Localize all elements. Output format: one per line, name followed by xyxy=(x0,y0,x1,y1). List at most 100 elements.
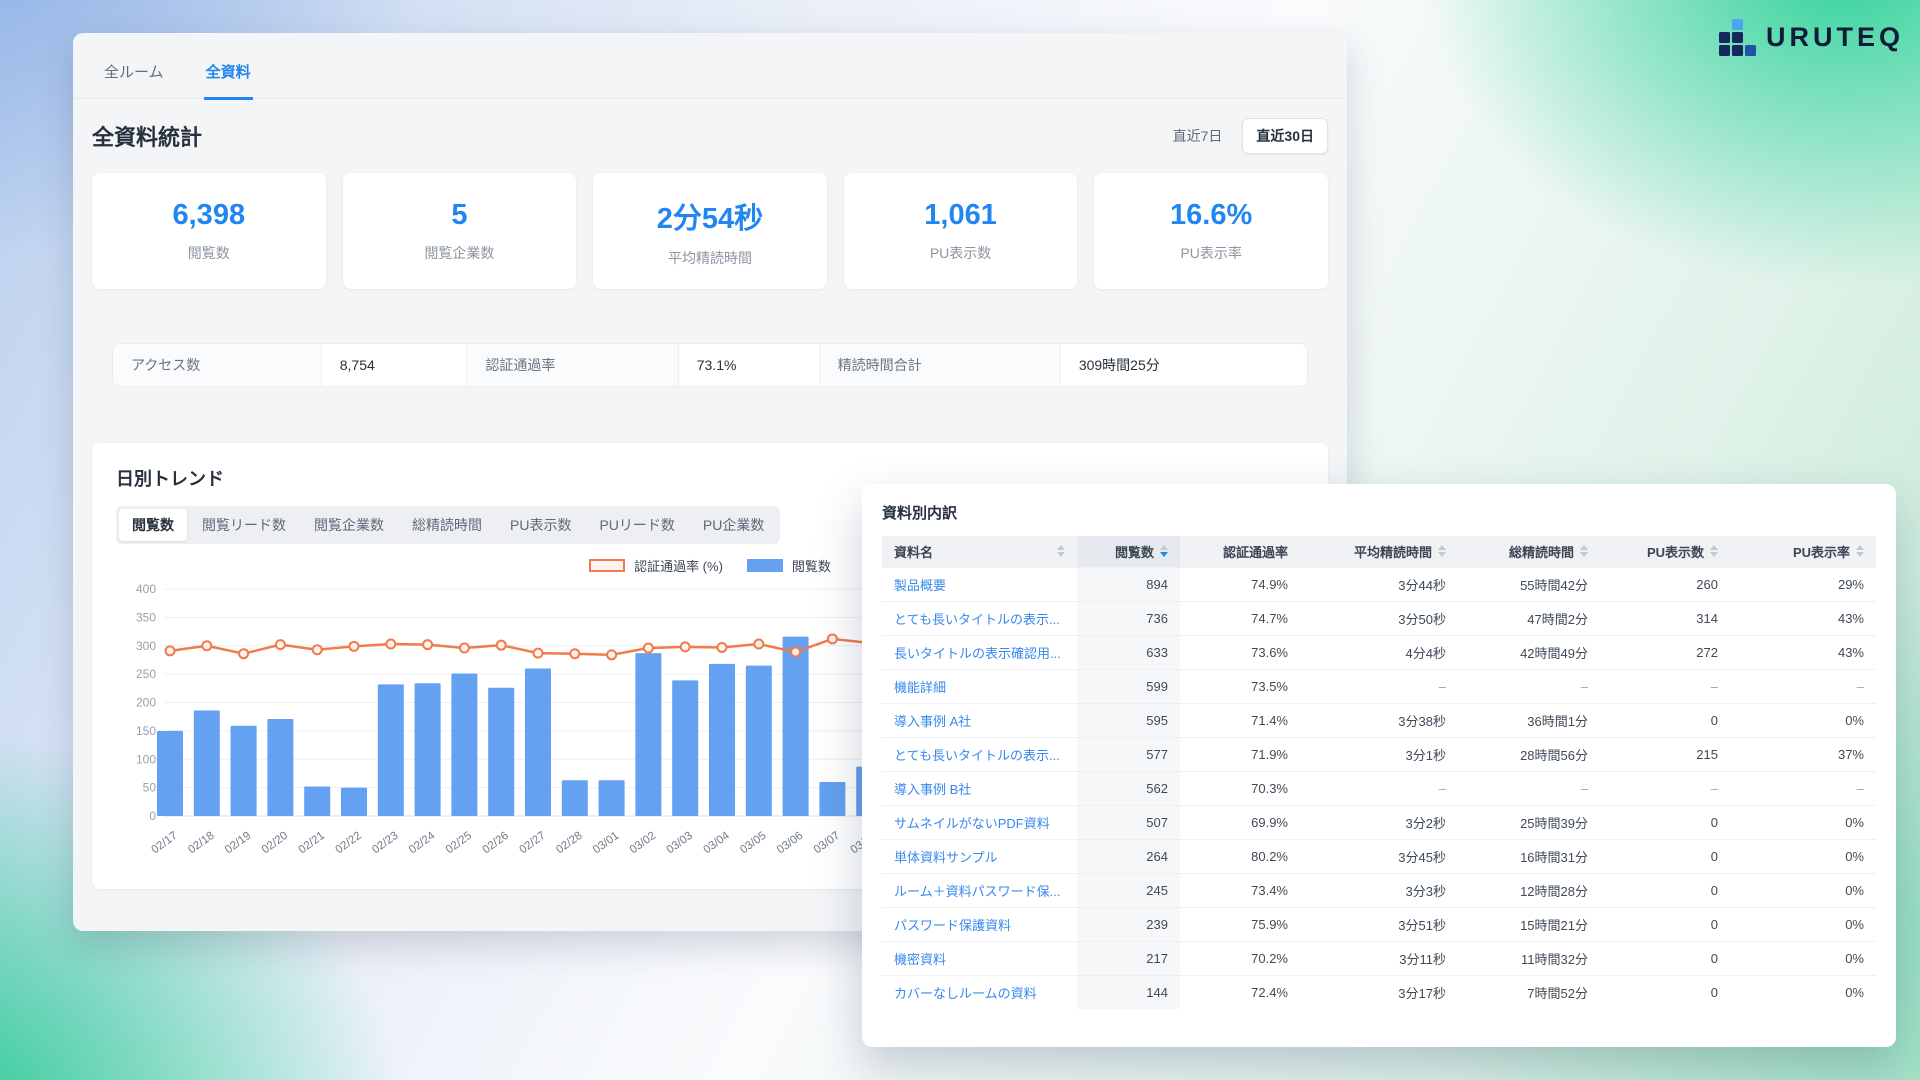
cell-total-read-time: 25時間39分 xyxy=(1458,805,1600,839)
document-link[interactable]: 単体資料サンプル xyxy=(894,847,1065,866)
cell-total-read-time: 15時間21分 xyxy=(1458,907,1600,941)
cell-total-read-time: 7時間52分 xyxy=(1458,975,1600,1009)
summary-value: 309時間25分 xyxy=(1060,344,1307,386)
bar-02/18 xyxy=(194,710,220,816)
document-link[interactable]: 長いタイトルの表示確認用... xyxy=(894,643,1065,662)
document-link[interactable]: 製品概要 xyxy=(894,575,1065,594)
sort-up-arrow xyxy=(1580,545,1588,550)
y-axis-tick: 100 xyxy=(136,752,156,766)
metric-tab[interactable]: 閲覧リード数 xyxy=(189,509,299,541)
metric-tab[interactable]: 閲覧企業数 xyxy=(301,509,397,541)
metric-tab[interactable]: PU企業数 xyxy=(690,509,777,541)
document-link[interactable]: ルーム＋資料パスワード保... xyxy=(894,881,1065,900)
cell-avg-read-time: – xyxy=(1300,771,1458,805)
x-axis-label: 02/17 xyxy=(149,830,179,857)
document-link[interactable]: とても長いタイトルの表示... xyxy=(894,609,1065,628)
range-button-7days[interactable]: 直近7日 xyxy=(1159,118,1237,154)
document-link[interactable]: サムネイルがないPDF資料 xyxy=(894,813,1065,832)
column-header-1[interactable]: 資料名 xyxy=(882,536,1077,567)
cell-document-name: 製品概要 xyxy=(882,567,1077,601)
x-axis-label: 02/26 xyxy=(481,830,511,857)
tab-all-documents[interactable]: 全資料 xyxy=(204,61,253,100)
cell-pu-rate: 0% xyxy=(1730,805,1876,839)
cell-views: 239 xyxy=(1077,907,1180,941)
cell-total-read-time: 16時間31分 xyxy=(1458,839,1600,873)
logo-square-navy xyxy=(1719,32,1730,43)
document-link[interactable]: 導入事例 A社 xyxy=(894,711,1065,730)
title-row: 全資料統計 直近7日直近30日 xyxy=(92,111,1328,161)
metric-tabs: 閲覧数閲覧リード数閲覧企業数総精読時間PU表示数PUリード数PU企業数 xyxy=(116,506,780,544)
cell-pu-views: 0 xyxy=(1600,703,1730,737)
metric-tab[interactable]: 総精読時間 xyxy=(399,509,495,541)
document-link[interactable]: カバーなしルームの資料 xyxy=(894,983,1065,1002)
logo-square-navy xyxy=(1719,45,1730,56)
cell-total-read-time: 12時間28分 xyxy=(1458,873,1600,907)
bar-02/27 xyxy=(525,668,551,816)
stat-label: PU表示数 xyxy=(930,243,991,263)
sort-icon xyxy=(1057,545,1065,557)
cell-document-name: 単体資料サンプル xyxy=(882,839,1077,873)
sort-down-arrow xyxy=(1856,552,1864,557)
cell-document-name: 長いタイトルの表示確認用... xyxy=(882,635,1077,669)
column-header-7[interactable]: PU表示率 xyxy=(1730,536,1876,567)
document-link[interactable]: 導入事例 B社 xyxy=(894,779,1065,798)
cell-avg-read-time: 3分11秒 xyxy=(1300,941,1458,975)
column-header-6[interactable]: PU表示数 xyxy=(1600,536,1730,567)
line-point-02/17 xyxy=(166,646,175,655)
range-button-30days[interactable]: 直近30日 xyxy=(1242,118,1328,154)
line-point-02/25 xyxy=(460,644,469,653)
column-header-5[interactable]: 総精読時間 xyxy=(1458,536,1600,567)
sort-up-arrow xyxy=(1856,545,1864,550)
cell-pu-views: 0 xyxy=(1600,907,1730,941)
document-breakdown-panel: 資料別内訳 資料名閲覧数認証通過率平均精読時間総精読時間PU表示数PU表示率 製… xyxy=(862,484,1896,1047)
column-header-4[interactable]: 平均精読時間 xyxy=(1300,536,1458,567)
document-link[interactable]: とても長いタイトルの表示... xyxy=(894,745,1065,764)
cell-document-name: とても長いタイトルの表示... xyxy=(882,601,1077,635)
summary-value: 73.1% xyxy=(678,344,819,386)
cell-avg-read-time: 3分50秒 xyxy=(1300,601,1458,635)
cell-document-name: サムネイルがないPDF資料 xyxy=(882,805,1077,839)
metric-tab[interactable]: 閲覧数 xyxy=(119,509,187,541)
cell-pu-views: 0 xyxy=(1600,975,1730,1009)
cell-document-name: ルーム＋資料パスワード保... xyxy=(882,873,1077,907)
cell-document-name: 機密資料 xyxy=(882,941,1077,975)
column-header-2[interactable]: 閲覧数 xyxy=(1077,536,1180,567)
stat-card: 16.6%PU表示率 xyxy=(1094,173,1328,289)
summary-label: アクセス数 xyxy=(113,344,321,386)
column-header-inner: 認証通過率 xyxy=(1192,542,1288,561)
x-axis-label: 03/06 xyxy=(775,830,805,857)
table-row: カバーなしルームの資料14472.4%3分17秒7時間52分00% xyxy=(882,975,1876,1009)
table-row: サムネイルがないPDF資料50769.9%3分2秒25時間39分00% xyxy=(882,805,1876,839)
metric-tab[interactable]: PU表示数 xyxy=(497,509,584,541)
bar-03/04 xyxy=(709,664,735,816)
cell-avg-read-time: – xyxy=(1300,669,1458,703)
metric-tab[interactable]: PUリード数 xyxy=(586,509,687,541)
x-axis-label: 03/02 xyxy=(628,830,658,857)
cell-views: 894 xyxy=(1077,567,1180,601)
cell-auth-rate: 72.4% xyxy=(1180,975,1300,1009)
summary-value: 8,754 xyxy=(321,344,467,386)
cell-document-name: 機能詳細 xyxy=(882,669,1077,703)
column-label: 認証通過率 xyxy=(1223,542,1288,561)
legend-bar-swatch xyxy=(747,559,783,572)
logo-square-empty xyxy=(1745,19,1756,30)
page-title: 全資料統計 xyxy=(92,120,202,152)
document-link[interactable]: 機密資料 xyxy=(894,949,1065,968)
cell-auth-rate: 71.4% xyxy=(1180,703,1300,737)
line-point-02/18 xyxy=(202,641,211,650)
brand-logo: URUTEQ xyxy=(1719,19,1904,56)
column-header-inner: 資料名 xyxy=(894,542,1065,561)
document-link[interactable]: 機能詳細 xyxy=(894,677,1065,696)
cell-pu-views: 215 xyxy=(1600,737,1730,771)
legend-line-swatch xyxy=(589,559,625,572)
cell-pu-views: – xyxy=(1600,669,1730,703)
cell-avg-read-time: 3分3秒 xyxy=(1300,873,1458,907)
bar-02/23 xyxy=(378,684,404,816)
tab-all-rooms[interactable]: 全ルーム xyxy=(102,61,166,100)
document-link[interactable]: パスワード保護資料 xyxy=(894,915,1065,934)
line-point-03/01 xyxy=(607,650,616,659)
sort-down-arrow xyxy=(1710,552,1718,557)
cell-document-name: 導入事例 A社 xyxy=(882,703,1077,737)
bar-02/19 xyxy=(231,726,257,816)
sort-down-arrow xyxy=(1057,552,1065,557)
